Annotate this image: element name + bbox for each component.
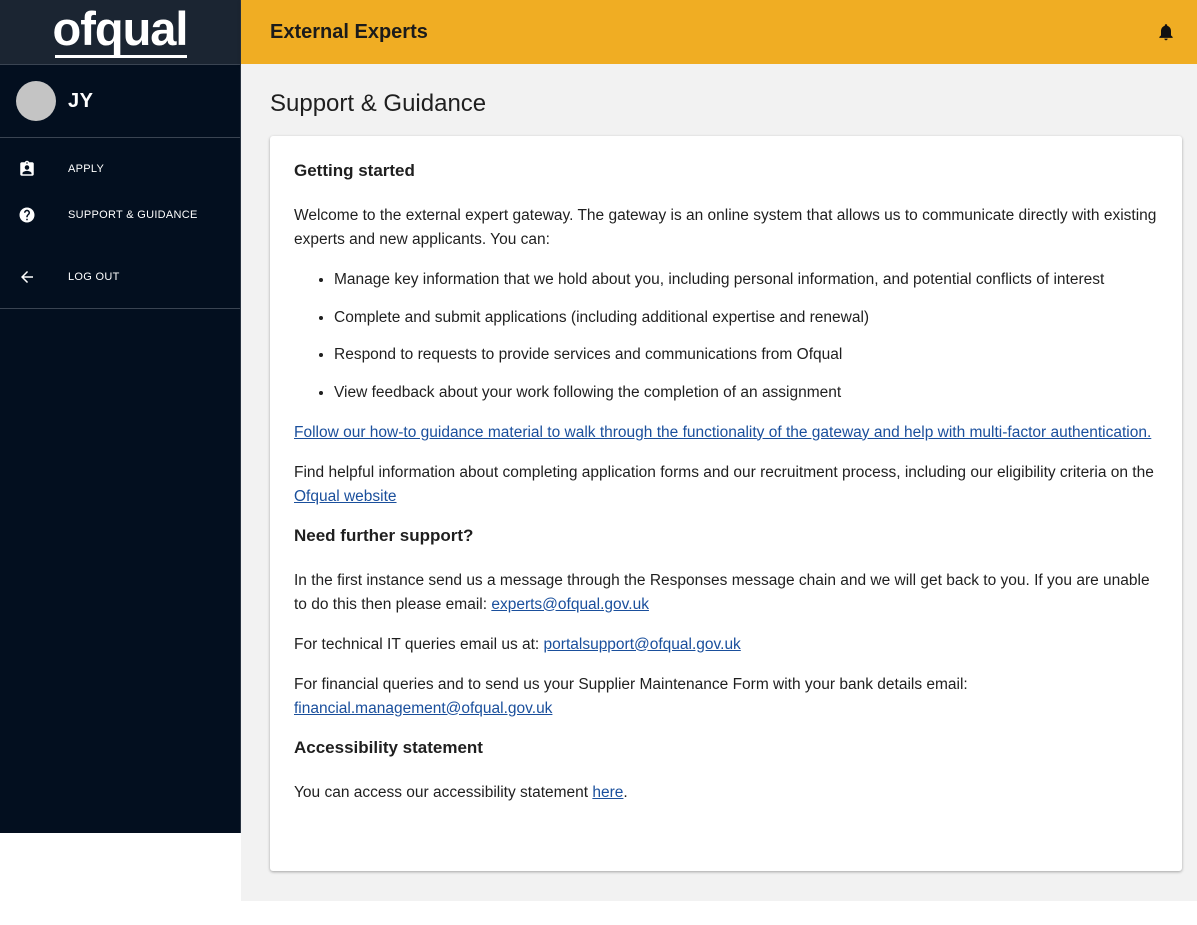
further-support-heading: Need further support? — [294, 525, 474, 545]
sidebar-item-label: APPLY — [68, 163, 105, 175]
sidebar-nav: APPLY SUPPORT & GUIDANCE LOG OUT — [0, 138, 240, 309]
sidebar: ofqual JY APPLY SUPPORT & GUIDANCE LOG O… — [0, 0, 241, 833]
support-card: Getting started Welcome to the external … — [270, 136, 1182, 871]
helpful-info-text: Find helpful information about completin… — [294, 461, 1158, 509]
list-item: View feedback about your work following … — [334, 381, 1158, 405]
sidebar-divider — [0, 308, 240, 309]
it-queries-text: For technical IT queries email us at: po… — [294, 633, 1158, 657]
it-queries-label: For technical IT queries email us at: — [294, 635, 544, 653]
ofqual-logo[interactable]: ofqual — [53, 5, 188, 58]
sidebar-item-apply[interactable]: APPLY — [0, 146, 240, 192]
accessibility-suffix: . — [623, 783, 628, 801]
list-item: Manage key information that we hold abou… — [334, 268, 1158, 292]
financial-email-link[interactable]: financial.management@ofqual.gov.uk — [294, 700, 552, 717]
capabilities-list: Manage key information that we hold abou… — [294, 268, 1158, 405]
accessibility-link[interactable]: here — [592, 784, 623, 801]
accessibility-text: You can access our accessibility stateme… — [294, 781, 1158, 805]
financial-queries-text: For financial queries and to send us you… — [294, 673, 1158, 721]
avatar[interactable] — [16, 81, 56, 121]
helpful-info-label: Find helpful information about completin… — [294, 463, 1154, 481]
sidebar-item-support-guidance[interactable]: SUPPORT & GUIDANCE — [0, 192, 240, 238]
first-instance-label: In the first instance send us a message … — [294, 571, 1150, 613]
accessibility-heading: Accessibility statement — [294, 737, 483, 757]
first-instance-text: In the first instance send us a message … — [294, 569, 1158, 617]
experts-email-link[interactable]: experts@ofqual.gov.uk — [491, 596, 649, 613]
user-profile: JY — [0, 65, 240, 138]
app-header: External Experts — [241, 0, 1197, 64]
ofqual-website-link[interactable]: Ofqual website — [294, 488, 397, 505]
list-item: Respond to requests to provide services … — [334, 343, 1158, 367]
getting-started-heading: Getting started — [294, 161, 415, 180]
guidance-paragraph: Follow our how-to guidance material to w… — [294, 421, 1158, 445]
page-title: Support & Guidance — [270, 90, 487, 117]
financial-queries-label: For financial queries and to send us you… — [294, 675, 968, 693]
guidance-link[interactable]: Follow our how-to guidance material to w… — [294, 424, 1151, 441]
sidebar-item-label: SUPPORT & GUIDANCE — [68, 209, 198, 221]
arrow-left-icon — [18, 268, 36, 286]
help-circle-icon — [18, 206, 36, 224]
sidebar-item-logout[interactable]: LOG OUT — [0, 254, 240, 300]
list-item: Complete and submit applications (includ… — [334, 306, 1158, 330]
bell-icon[interactable] — [1155, 21, 1177, 43]
user-initials: JY — [68, 89, 94, 112]
app-title: External Experts — [270, 20, 428, 43]
portalsupport-email-link[interactable]: portalsupport@ofqual.gov.uk — [544, 636, 741, 653]
sidebar-item-label: LOG OUT — [68, 271, 120, 283]
brand-header: ofqual — [0, 0, 240, 65]
assignment-ind-icon — [18, 160, 36, 178]
main-content: Support & Guidance Getting started Welco… — [241, 64, 1197, 901]
accessibility-label: You can access our accessibility stateme… — [294, 783, 593, 801]
intro-text: Welcome to the external expert gateway. … — [294, 207, 1157, 248]
